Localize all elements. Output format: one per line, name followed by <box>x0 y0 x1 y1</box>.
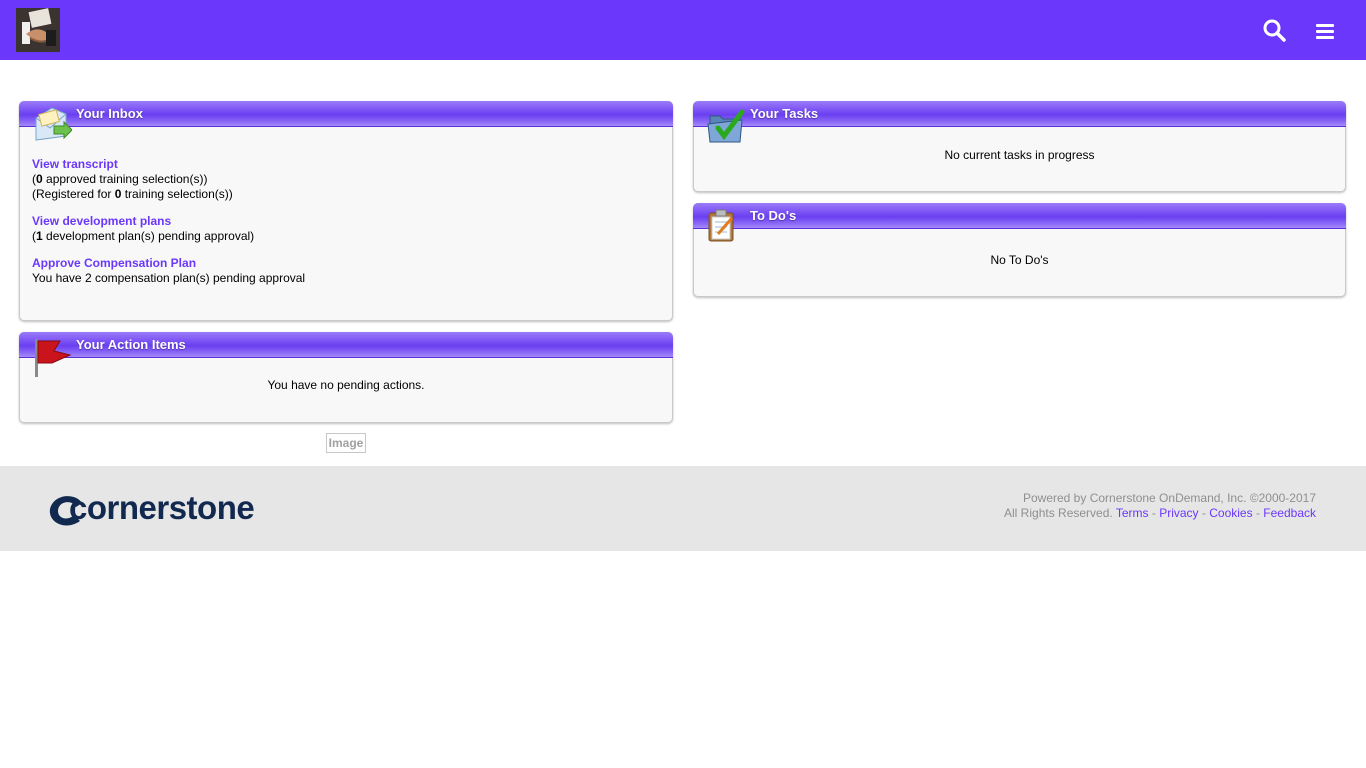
view-transcript-link[interactable]: View transcript <box>32 157 305 172</box>
action-items-panel: Your Action Items You have no pending ac… <box>19 332 673 423</box>
transcript-group: View transcript (0 approved training sel… <box>32 157 305 202</box>
rights-text: All Rights Reserved. <box>1004 506 1113 520</box>
privacy-link[interactable]: Privacy <box>1159 506 1198 520</box>
panel-header: Your Action Items <box>19 332 673 358</box>
dev-plans-group: View development plans (1 development pl… <box>32 214 305 244</box>
compensation-group: Approve Compensation Plan You have 2 com… <box>32 256 305 286</box>
panel-header: To Do's <box>693 203 1346 229</box>
footer: cornerstone Powered by Cornerstone OnDem… <box>0 466 1366 551</box>
approved-training-line: (0 approved training selection(s)) <box>32 172 305 187</box>
tasks-panel: Your Tasks No current tasks in progress <box>693 101 1346 192</box>
view-development-plans-link[interactable]: View development plans <box>32 214 305 229</box>
registered-suffix: training selection(s)) <box>121 187 233 201</box>
no-todos-text: No To Do's <box>990 253 1049 267</box>
tasks-title: Your Tasks <box>750 106 819 121</box>
inbox-panel: Your Inbox View transcript (0 approved t… <box>19 101 673 321</box>
todos-panel: To Do's No To Do's <box>693 203 1346 297</box>
broken-image-placeholder: Image <box>326 433 366 453</box>
approved-training-text: approved training selection(s)) <box>42 172 208 186</box>
hamburger-menu-icon <box>1316 24 1334 39</box>
panel-header: Your Tasks <box>693 101 1346 127</box>
compensation-line: You have 2 compensation plan(s) pending … <box>32 271 306 285</box>
dev-plans-count: 1 <box>36 229 43 243</box>
top-nav-bar <box>0 0 1366 60</box>
cookies-link[interactable]: Cookies <box>1209 506 1252 520</box>
legal-notice: Powered by Cornerstone OnDemand, Inc. ©2… <box>1004 491 1316 521</box>
action-items-title: Your Action Items <box>76 337 186 352</box>
mail-inbox-icon <box>32 106 73 146</box>
folder-check-icon <box>706 106 746 146</box>
legal-links-line: All Rights Reserved. Terms - Privacy - C… <box>1004 506 1316 521</box>
menu-button[interactable] <box>1314 20 1338 42</box>
inbox-title: Your Inbox <box>76 106 143 121</box>
panel-header: Your Inbox <box>19 101 673 127</box>
handshake-avatar-icon[interactable] <box>16 8 60 52</box>
terms-link[interactable]: Terms <box>1116 506 1149 520</box>
approved-count: 0 <box>36 172 43 186</box>
dev-plans-text: development plan(s) pending approval) <box>42 229 255 243</box>
todos-title: To Do's <box>750 208 797 223</box>
clipboard-checklist-icon <box>706 208 746 248</box>
registered-prefix: (Registered for <box>32 187 115 201</box>
dev-plans-line: (1 development plan(s) pending approval) <box>32 229 305 244</box>
brand-wordmark: cornerstone <box>69 489 255 526</box>
search-icon <box>1263 19 1286 42</box>
feedback-link[interactable]: Feedback <box>1263 506 1316 520</box>
search-button[interactable] <box>1262 18 1288 44</box>
approve-compensation-plan-link[interactable]: Approve Compensation Plan <box>32 256 305 271</box>
powered-by-text: Powered by Cornerstone OnDemand, Inc. ©2… <box>1022 491 1316 505</box>
registered-training-line: (Registered for 0 training selection(s)) <box>32 187 305 202</box>
inbox-content: View transcript (0 approved training sel… <box>32 157 305 298</box>
separator: - <box>1151 506 1156 520</box>
separator: - <box>1201 506 1206 520</box>
red-flag-icon <box>32 337 72 377</box>
no-pending-actions-text: You have no pending actions. <box>267 378 425 392</box>
no-tasks-text: No current tasks in progress <box>944 148 1095 162</box>
separator: - <box>1255 506 1260 520</box>
